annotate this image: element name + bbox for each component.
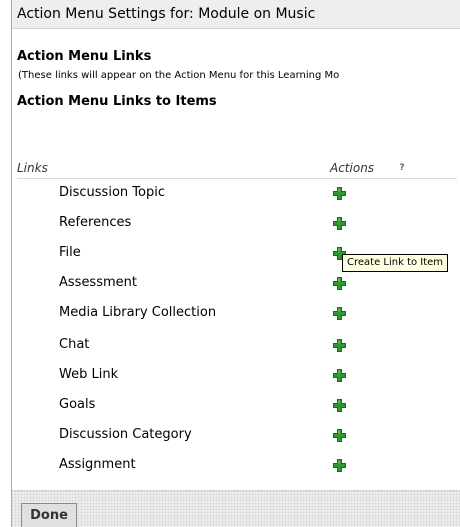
page-title: Action Menu Settings for: Module on Musi… bbox=[17, 6, 316, 22]
help-icon[interactable]: ? bbox=[397, 163, 407, 174]
add-icon[interactable] bbox=[333, 187, 346, 200]
column-header-links: Links bbox=[17, 161, 48, 175]
add-icon[interactable] bbox=[333, 399, 346, 412]
table-row: References bbox=[12, 208, 460, 238]
table-row: Assessment bbox=[12, 268, 460, 298]
add-icon[interactable] bbox=[333, 217, 346, 230]
table-row: Assignment bbox=[12, 450, 460, 480]
link-label: File bbox=[59, 245, 81, 260]
table-row: Media Library Collection bbox=[12, 298, 460, 328]
link-label: Discussion Topic bbox=[59, 185, 165, 200]
table-row: Discussion Topic bbox=[12, 178, 460, 208]
link-label: Goals bbox=[59, 397, 96, 412]
add-icon[interactable] bbox=[333, 339, 346, 352]
link-label: Chat bbox=[59, 337, 90, 352]
add-icon[interactable] bbox=[333, 459, 346, 472]
add-icon[interactable] bbox=[333, 369, 346, 382]
link-label: Web Link bbox=[59, 367, 119, 382]
link-label: Assessment bbox=[59, 275, 137, 290]
add-icon[interactable] bbox=[333, 429, 346, 442]
items-heading: Action Menu Links to Items bbox=[17, 94, 217, 109]
column-header-actions: Actions bbox=[330, 161, 375, 175]
links-note: (These links will appear on the Action M… bbox=[18, 70, 340, 81]
footer-bar: Done bbox=[12, 490, 460, 527]
done-button[interactable]: Done bbox=[21, 503, 77, 527]
link-label: References bbox=[59, 215, 132, 230]
create-link-tooltip: Create Link to Item bbox=[342, 254, 449, 272]
title-bar: Action Menu Settings for: Module on Musi… bbox=[12, 0, 460, 29]
table-row: Chat bbox=[12, 330, 460, 360]
settings-panel: Action Menu Settings for: Module on Musi… bbox=[11, 0, 460, 527]
add-icon[interactable] bbox=[333, 307, 346, 320]
table-row: Web Link bbox=[12, 360, 460, 390]
table-row: Discussion Category bbox=[12, 420, 460, 450]
link-label: Assignment bbox=[59, 457, 136, 472]
link-label: Discussion Category bbox=[59, 427, 192, 442]
link-label: Media Library Collection bbox=[59, 305, 217, 320]
links-heading: Action Menu Links bbox=[17, 49, 152, 64]
table-row: Goals bbox=[12, 390, 460, 420]
add-icon[interactable] bbox=[333, 277, 346, 290]
